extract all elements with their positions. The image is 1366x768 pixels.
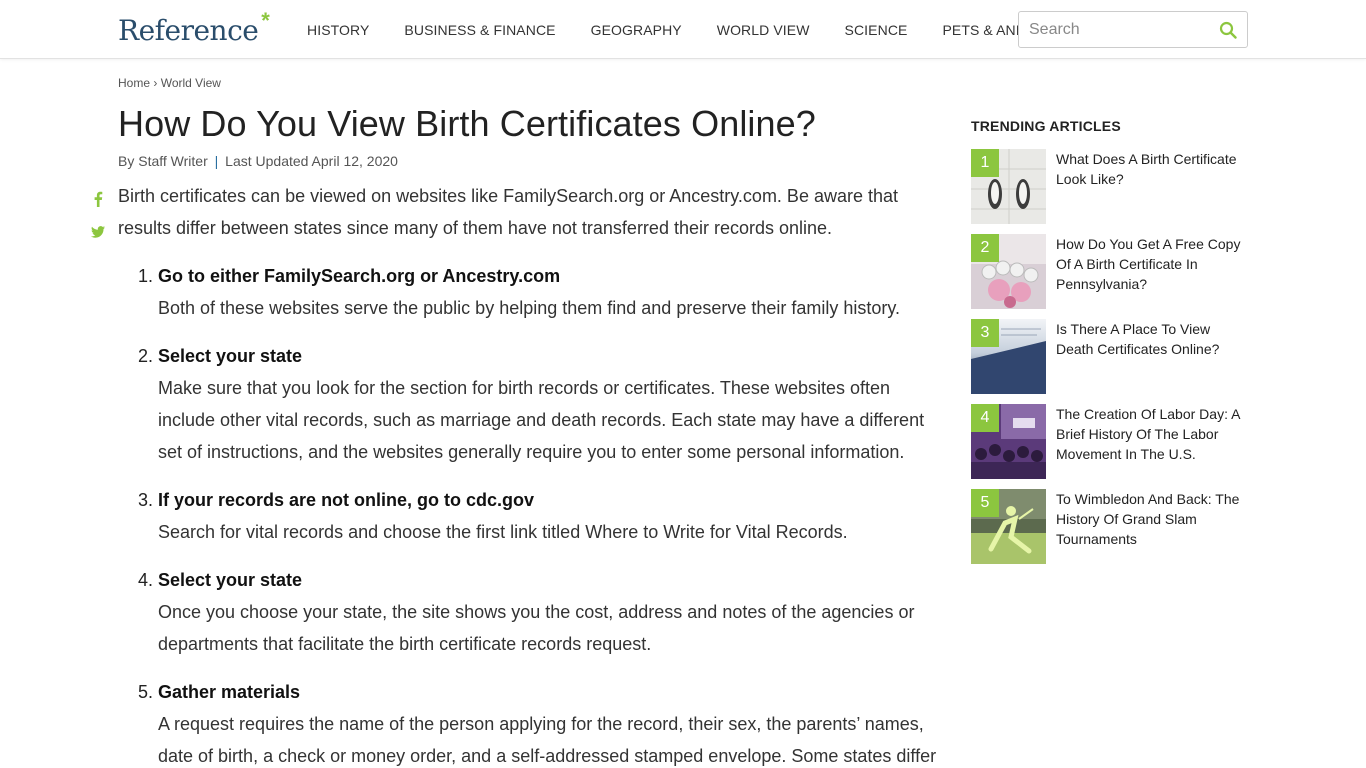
rank-badge: 3 [971,319,999,347]
trending-thumbnail[interactable]: 3 [971,319,1046,394]
twitter-icon[interactable] [90,224,106,240]
rank-badge: 1 [971,149,999,177]
logo-star-icon: * [261,8,270,33]
site-header: Reference * HISTORY BUSINESS & FINANCE GE… [0,0,1366,59]
search-icon[interactable] [1219,21,1237,39]
last-updated: Last Updated April 12, 2020 [225,153,398,169]
nav-business-finance[interactable]: BUSINESS & FINANCE [404,22,555,38]
trending-thumbnail[interactable]: 5 [971,489,1046,564]
step-title: Select your state [158,346,303,366]
trending-thumbnail[interactable]: 2 [971,234,1046,309]
rank-badge: 5 [971,489,999,517]
step-number: 5. [138,682,154,702]
trending-title[interactable]: To Wimbledon And Back: The History Of Gr… [1056,489,1251,549]
logo-text[interactable]: Reference [118,14,259,47]
main-nav: HISTORY BUSINESS & FINANCE GEOGRAPHY WOR… [307,22,1093,38]
step-number: 2. [138,346,154,366]
trending-thumbnail[interactable]: 4 [971,404,1046,479]
step-description: Search for vital records and choose the … [158,522,848,542]
trending-item[interactable]: 5 To Wimbledon And Back: The History Of … [971,489,1251,574]
facebook-icon[interactable] [90,190,106,208]
search-input[interactable] [1029,12,1209,47]
breadcrumb: Home › World View [118,76,221,90]
rank-badge: 4 [971,404,999,432]
breadcrumb-separator: › [153,76,158,90]
step-title: If your records are not online, go to cd… [158,490,535,510]
trending-title[interactable]: Is There A Place To View Death Certifica… [1056,319,1251,359]
byline: By Staff Writer | Last Updated April 12,… [118,153,398,169]
list-item: 5. Gather materials A request requires t… [138,676,948,768]
breadcrumb-home[interactable]: Home [118,76,150,90]
nav-geography[interactable]: GEOGRAPHY [591,22,682,38]
rank-badge: 2 [971,234,999,262]
trending-title[interactable]: The Creation Of Labor Day: A Brief Histo… [1056,404,1251,464]
nav-history[interactable]: HISTORY [307,22,369,38]
list-item: 2. Select your state Make sure that you … [138,340,948,468]
trending-title[interactable]: What Does A Birth Certificate Look Like? [1056,149,1251,189]
trending-list: 1 What Does A Birth Certificate Look Lik… [971,149,1251,574]
trending-item[interactable]: 3 Is There A Place To View Death Certifi… [971,319,1251,404]
list-item: 4. Select your state Once you choose you… [138,564,948,660]
breadcrumb-world-view[interactable]: World View [161,76,221,90]
byline-separator: | [214,153,219,169]
list-item: 3. If your records are not online, go to… [138,484,948,548]
steps-list: 1. Go to either FamilySearch.org or Ance… [138,260,948,768]
step-description: Make sure that you look for the section … [158,378,925,462]
trending-item[interactable]: 1 What Does A Birth Certificate Look Lik… [971,149,1251,234]
step-description: Both of these websites serve the public … [158,298,901,318]
nav-science[interactable]: SCIENCE [845,22,908,38]
article-intro: Birth certificates can be viewed on webs… [118,186,899,238]
step-description: Once you choose your state, the site sho… [158,602,915,654]
site-logo[interactable]: Reference * [118,8,270,47]
step-number: 1. [138,266,154,286]
step-number: 3. [138,490,154,510]
trending-item[interactable]: 2 How Do You Get A Free Copy Of A Birth … [971,234,1251,319]
trending-title[interactable]: How Do You Get A Free Copy Of A Birth Ce… [1056,234,1251,294]
step-number: 4. [138,570,154,590]
trending-heading: TRENDING ARTICLES [971,118,1121,134]
trending-item[interactable]: 4 The Creation Of Labor Day: A Brief His… [971,404,1251,489]
author[interactable]: By Staff Writer [118,153,208,169]
step-description: A request requires the name of the perso… [158,714,937,766]
page-title: How Do You View Birth Certificates Onlin… [118,103,816,144]
list-item: 1. Go to either FamilySearch.org or Ance… [138,260,948,324]
step-title: Select your state [158,570,303,590]
nav-world-view[interactable]: WORLD VIEW [717,22,810,38]
trending-thumbnail[interactable]: 1 [971,149,1046,224]
step-title: Gather materials [158,682,301,702]
search-box [1018,11,1248,48]
step-title: Go to either FamilySearch.org or Ancestr… [158,266,561,286]
